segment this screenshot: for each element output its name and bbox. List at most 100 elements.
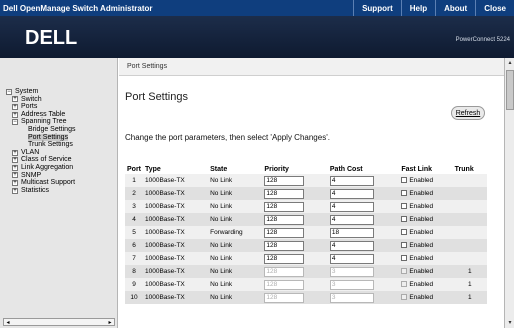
scroll-left-icon[interactable]: ◂ <box>4 319 12 326</box>
support-link[interactable]: Support <box>353 0 401 16</box>
path-cost-input[interactable]: 4 <box>329 253 374 264</box>
collapse-icon[interactable]: − <box>6 88 12 95</box>
tree-item-switch[interactable]: + Switch <box>6 96 75 104</box>
fast-link-checkbox[interactable] <box>401 177 408 184</box>
tree-item-vlan[interactable]: + VLAN <box>6 149 75 157</box>
priority-input[interactable]: 128 <box>264 188 305 199</box>
port-type: 1000Base-TX <box>143 213 209 226</box>
scroll-up-icon[interactable]: ▴ <box>506 59 514 67</box>
tree-item-label: Bridge Settings <box>28 125 76 133</box>
port-type: 1000Base-TX <box>143 200 209 213</box>
expand-icon[interactable]: + <box>12 187 18 194</box>
port-type: 1000Base-TX <box>143 187 209 200</box>
tree-item-link-aggregation[interactable]: + Link Aggregation <box>6 164 75 172</box>
tree-item-bridge-settings[interactable]: Bridge Settings <box>6 126 75 134</box>
tree-item-label: Address Table <box>21 110 66 118</box>
tree-item-address-table[interactable]: + Address Table <box>6 111 75 119</box>
tree-item-ports[interactable]: + Ports <box>6 103 75 111</box>
priority-input[interactable]: 128 <box>264 175 305 186</box>
trunk-value <box>452 187 487 200</box>
path-cost-cell: 4 <box>327 200 400 213</box>
priority-cell: 128 <box>262 278 328 291</box>
path-cost-input[interactable]: 4 <box>329 175 374 186</box>
collapse-icon[interactable]: − <box>12 119 18 126</box>
tree-item-statistics[interactable]: + Statistics <box>6 187 75 195</box>
tree-item-spanning-tree[interactable]: − Spanning Tree <box>6 118 75 126</box>
page-tab: Port Settings <box>119 58 504 76</box>
port-number: 3 <box>125 200 143 213</box>
page-vertical-scrollbar[interactable]: ▴ ▾ <box>504 58 514 328</box>
priority-input[interactable]: 128 <box>264 292 305 303</box>
tree-item-trunk-settings[interactable]: Trunk Settings <box>6 141 75 149</box>
priority-input[interactable]: 128 <box>264 201 305 212</box>
path-cost-cell: 3 <box>327 278 400 291</box>
priority-input[interactable]: 128 <box>264 266 305 277</box>
expand-icon[interactable]: + <box>12 103 18 110</box>
port-state: No Link <box>208 239 263 252</box>
table-row: 4 1000Base-TX No Link 128 4 Enabled <box>125 213 487 226</box>
fast-link-checkbox[interactable] <box>401 255 408 262</box>
trunk-value <box>452 213 487 226</box>
port-type: 1000Base-TX <box>143 291 209 304</box>
table-row: 7 1000Base-TX No Link 128 4 Enabled <box>125 252 487 265</box>
table-row: 6 1000Base-TX No Link 128 4 Enabled <box>125 239 487 252</box>
fast-link-checkbox[interactable] <box>401 294 408 301</box>
path-cost-cell: 4 <box>327 174 400 187</box>
tree-item-label: Trunk Settings <box>28 141 73 149</box>
port-state: No Link <box>208 200 263 213</box>
priority-input[interactable]: 128 <box>264 227 305 238</box>
scroll-down-icon[interactable]: ▾ <box>506 319 514 327</box>
scrollbar-thumb[interactable] <box>506 70 514 110</box>
priority-cell: 128 <box>262 187 328 200</box>
help-link[interactable]: Help <box>400 0 435 16</box>
path-cost-input[interactable]: 18 <box>329 227 374 238</box>
instruction-text: Change the port parameters, then select … <box>125 133 330 142</box>
tree-item-system[interactable]: − System <box>6 88 75 96</box>
trunk-value <box>452 239 487 252</box>
fast-link-checkbox[interactable] <box>401 229 408 236</box>
fast-link-checkbox[interactable] <box>401 281 408 288</box>
port-number: 6 <box>125 239 143 252</box>
path-cost-input[interactable]: 3 <box>329 279 374 290</box>
fast-link-checkbox[interactable] <box>401 190 408 197</box>
priority-input[interactable]: 128 <box>264 240 305 251</box>
port-rows: 1 1000Base-TX No Link 128 4 Enabled 2 1000Base-… <box>125 174 487 304</box>
port-state: Forwarding <box>208 226 263 239</box>
path-cost-input[interactable]: 4 <box>329 188 374 199</box>
path-cost-input[interactable]: 4 <box>329 201 374 212</box>
tree-item-snmp[interactable]: + SNMP <box>6 172 75 180</box>
fast-link-checkbox[interactable] <box>401 216 408 223</box>
priority-input[interactable]: 128 <box>264 253 305 264</box>
path-cost-input[interactable]: 4 <box>329 240 374 251</box>
tree-item-class-of-service[interactable]: + Class of Service <box>6 156 75 164</box>
table-row: 3 1000Base-TX No Link 128 4 Enabled <box>125 200 487 213</box>
expand-icon[interactable]: + <box>12 157 18 164</box>
fast-link-checkbox[interactable] <box>401 268 408 275</box>
expand-icon[interactable]: + <box>12 164 18 171</box>
priority-input[interactable]: 128 <box>264 214 305 225</box>
expand-icon[interactable]: + <box>12 172 18 179</box>
expand-icon[interactable]: + <box>12 111 18 118</box>
fast-link-checkbox[interactable] <box>401 203 408 210</box>
scroll-right-icon[interactable]: ▸ <box>106 319 114 326</box>
expand-icon[interactable]: + <box>12 179 18 186</box>
port-state: No Link <box>208 174 263 187</box>
path-cost-input[interactable]: 3 <box>329 266 374 277</box>
refresh-button[interactable]: Refresh <box>451 106 485 120</box>
about-link[interactable]: About <box>435 0 475 16</box>
expand-icon[interactable]: + <box>12 149 18 156</box>
sidebar-horizontal-scrollbar[interactable]: ◂ ▸ <box>3 318 115 326</box>
priority-input[interactable]: 128 <box>264 279 305 290</box>
fast-link-checkbox[interactable] <box>401 242 408 249</box>
table-row: 1 1000Base-TX No Link 128 4 Enabled <box>125 174 487 187</box>
tree-item-multicast-support[interactable]: + Multicast Support <box>6 179 75 187</box>
navigation-sidebar: − System + Switch + Ports + Address Table − Spann… <box>0 58 118 328</box>
path-cost-input[interactable]: 3 <box>329 292 374 303</box>
product-name: PowerConnect 5224 <box>455 37 510 43</box>
path-cost-cell: 4 <box>327 252 400 265</box>
tree-item-port-settings[interactable]: Port Settings <box>6 133 75 142</box>
path-cost-input[interactable]: 4 <box>329 214 374 225</box>
fast-link-cell: Enabled <box>399 200 453 213</box>
close-link[interactable]: Close <box>475 0 514 16</box>
expand-icon[interactable]: + <box>12 96 18 103</box>
